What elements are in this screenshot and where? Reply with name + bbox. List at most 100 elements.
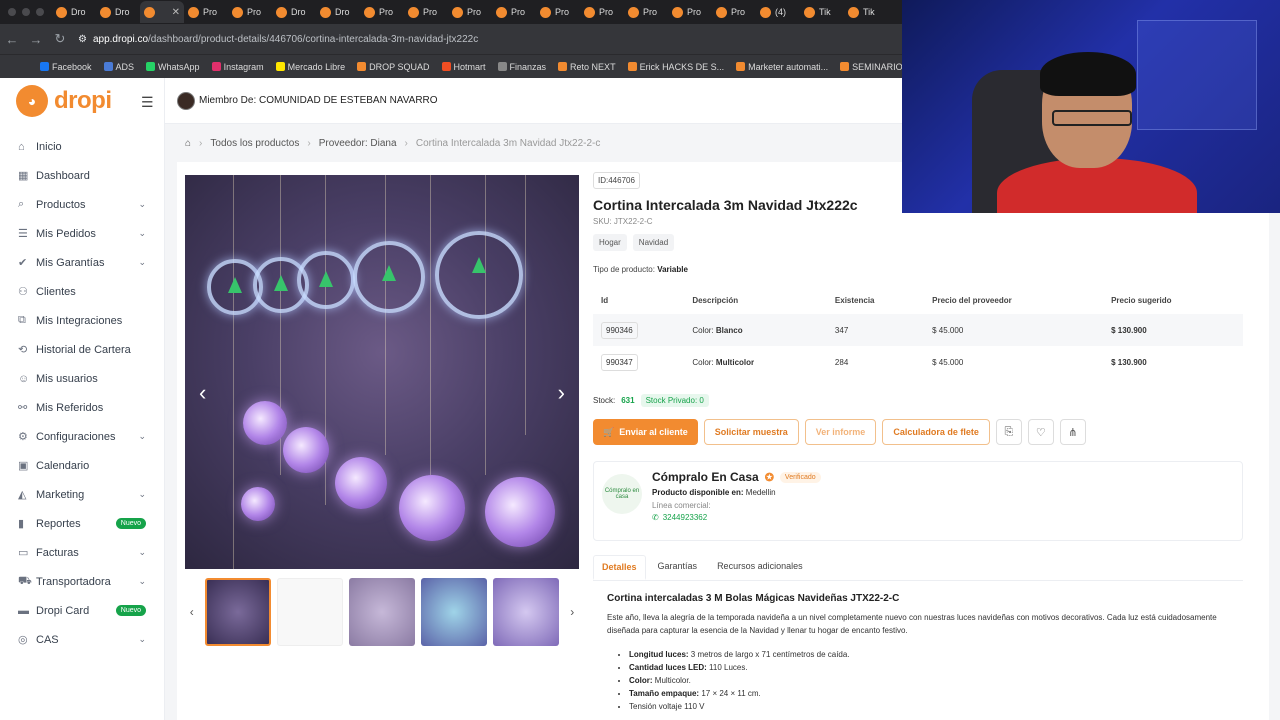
- avatar[interactable]: [177, 91, 195, 110]
- prev-image-icon[interactable]: ‹: [199, 380, 206, 406]
- browser-tab[interactable]: Pro: [184, 1, 228, 23]
- verified-badge: Verificado: [779, 471, 821, 483]
- forward-icon[interactable]: →: [24, 32, 48, 47]
- browser-tab[interactable]: Pro: [228, 1, 272, 23]
- bookmark-item[interactable]: Marketer automati...: [736, 62, 828, 72]
- request-sample-button[interactable]: Solicitar muestra: [703, 419, 799, 445]
- share-icon[interactable]: ⋔: [1059, 419, 1086, 445]
- bookmark-item[interactable]: ADS: [103, 62, 134, 72]
- browser-tab[interactable]: Pro: [580, 1, 624, 23]
- product-type-value: Variable: [657, 265, 688, 274]
- browser-tab[interactable]: Pro: [624, 1, 668, 23]
- url-field[interactable]: ⚙ app.dropi.co/dashboard/product-details…: [78, 34, 478, 45]
- browser-tab[interactable]: ✕: [140, 1, 184, 23]
- browser-tab[interactable]: Tik: [844, 1, 888, 23]
- card-icon: ▬: [18, 604, 29, 617]
- bookmark-label: Instagram: [223, 61, 264, 72]
- next-image-icon[interactable]: ›: [558, 380, 565, 406]
- send-to-client-button[interactable]: 🛒 Enviar al cliente: [593, 419, 698, 445]
- browser-tab[interactable]: (4): [756, 1, 800, 23]
- thumb-next-icon[interactable]: ›: [565, 605, 579, 619]
- sidebar-item-facturas[interactable]: ▭ Facturas ⌄: [0, 538, 164, 567]
- bookmark-favicon: [840, 62, 850, 71]
- thumbnail[interactable]: [276, 578, 344, 646]
- sidebar-item-mis-referidos[interactable]: ⚯ Mis Referidos: [0, 393, 164, 422]
- sidebar-item-dropi-card[interactable]: ▬ Dropi Card Nuevo: [0, 596, 164, 625]
- category-tag[interactable]: Navidad: [632, 234, 675, 251]
- back-icon[interactable]: ←: [0, 32, 24, 47]
- close-tab-icon[interactable]: ✕: [172, 7, 180, 18]
- thumbnail[interactable]: [349, 578, 416, 646]
- sidebar-item-mis-integraciones[interactable]: ⧉ Mis Integraciones: [0, 306, 164, 335]
- browser-tab[interactable]: Dro: [316, 1, 360, 23]
- breadcrumb-all-products[interactable]: Todos los productos: [210, 138, 299, 149]
- browser-tab[interactable]: Pro: [668, 1, 712, 23]
- thumbnail[interactable]: [493, 578, 560, 646]
- browser-tab[interactable]: Dro: [52, 1, 96, 23]
- site-settings-icon[interactable]: ⚙: [78, 34, 87, 45]
- brand-logo[interactable]: ◕ dropi: [0, 78, 164, 124]
- thumbnail[interactable]: [421, 578, 488, 646]
- sidebar-item-cas[interactable]: ◎ CAS ⌄: [0, 625, 164, 654]
- browser-tab[interactable]: Pro: [492, 1, 536, 23]
- sidebar-item-mis-usuarios[interactable]: ☺ Mis usuarios: [0, 364, 164, 393]
- bookmark-item[interactable]: Hotmart: [441, 62, 486, 72]
- sidebar-item-dashboard[interactable]: ▦ Dashboard: [0, 161, 164, 190]
- breadcrumb-separator: ›: [404, 137, 408, 149]
- reload-icon[interactable]: ↻: [48, 31, 72, 47]
- bookmark-favicon: [627, 62, 637, 71]
- availability-label: Producto disponible en:: [652, 488, 744, 497]
- freight-calculator-button[interactable]: Calculadora de flete: [882, 419, 990, 445]
- sidebar-item-label: Clientes: [36, 285, 76, 298]
- sidebar-item-clientes[interactable]: ⚇ Clientes: [0, 277, 164, 306]
- sidebar-item-mis-pedidos[interactable]: ☰ Mis Pedidos ⌄: [0, 219, 164, 248]
- bookmark-item[interactable]: Erick HACKS DE S...: [627, 62, 724, 72]
- thumb-prev-icon[interactable]: ‹: [185, 605, 199, 619]
- home-icon: ⌂: [18, 140, 25, 153]
- column-header: Id: [601, 295, 609, 305]
- bookmark-item[interactable]: Instagram: [211, 61, 264, 72]
- document-icon[interactable]: ⎘: [995, 419, 1022, 445]
- breadcrumb-supplier[interactable]: Proveedor: Diana: [319, 138, 397, 149]
- home-icon[interactable]: ⌂: [185, 138, 191, 149]
- sidebar-item-transportadora[interactable]: ⛟ Transportadora ⌄: [0, 567, 164, 596]
- window-controls[interactable]: [0, 8, 52, 16]
- sidebar-item-reportes[interactable]: ▮ Reportes Nuevo: [0, 509, 164, 538]
- tab-garantías[interactable]: Garantías: [650, 555, 706, 580]
- browser-tab[interactable]: Dro: [96, 1, 140, 23]
- variant-id-cell: 990346: [593, 314, 684, 346]
- sidebar-item-calendario[interactable]: ▣ Calendario: [0, 451, 164, 480]
- supplier-name[interactable]: Cómpralo En Casa: [652, 470, 759, 484]
- browser-tab[interactable]: Tik: [800, 1, 844, 23]
- bookmark-item[interactable]: Reto NEXT: [558, 62, 616, 72]
- bookmark-item[interactable]: Facebook: [40, 62, 92, 72]
- view-report-button[interactable]: Ver informe: [804, 419, 877, 445]
- browser-tab[interactable]: Pro: [448, 1, 492, 23]
- sidebar-item-inicio[interactable]: ⌂ Inicio: [0, 132, 164, 161]
- bookmark-item[interactable]: Mercado Libre: [275, 62, 345, 72]
- sidebar-item-mis-garantías[interactable]: ✔ Mis Garantías ⌄: [0, 248, 164, 277]
- tab-detalles[interactable]: Detalles: [593, 555, 646, 580]
- supplier-phone[interactable]: ✆ 3244923362: [652, 513, 821, 522]
- browser-tab[interactable]: Pro: [360, 1, 404, 23]
- browser-tab[interactable]: Pro: [712, 1, 756, 23]
- browser-tab[interactable]: Pro: [404, 1, 448, 23]
- sidebar-item-marketing[interactable]: ◭ Marketing ⌄: [0, 480, 164, 509]
- menu-icon[interactable]: ☰: [141, 94, 154, 111]
- tab-favicon: [408, 6, 419, 18]
- category-tag[interactable]: Hogar: [593, 234, 627, 251]
- browser-tab[interactable]: Dro: [272, 1, 316, 23]
- sidebar-item-productos[interactable]: ⌕ Productos ⌄: [0, 190, 164, 219]
- invoice-icon: ▭: [18, 547, 29, 559]
- sidebar-item-configuraciones[interactable]: ⚙ Configuraciones ⌄: [0, 422, 164, 451]
- tab-recursos-adicionales[interactable]: Recursos adicionales: [709, 555, 811, 580]
- heart-icon[interactable]: ♡: [1027, 419, 1054, 445]
- variant-supplier-price: $ 45.000: [932, 325, 964, 335]
- product-image[interactable]: ‹ ›: [185, 175, 579, 569]
- bookmark-item[interactable]: WhatsApp: [146, 62, 200, 72]
- bookmark-item[interactable]: Finanzas: [497, 62, 546, 72]
- sidebar-item-historial-de-cartera[interactable]: ⟲ Historial de Cartera: [0, 335, 164, 364]
- bookmark-item[interactable]: DROP SQUAD: [357, 62, 430, 72]
- thumbnail[interactable]: [204, 578, 271, 646]
- browser-tab[interactable]: Pro: [536, 1, 580, 23]
